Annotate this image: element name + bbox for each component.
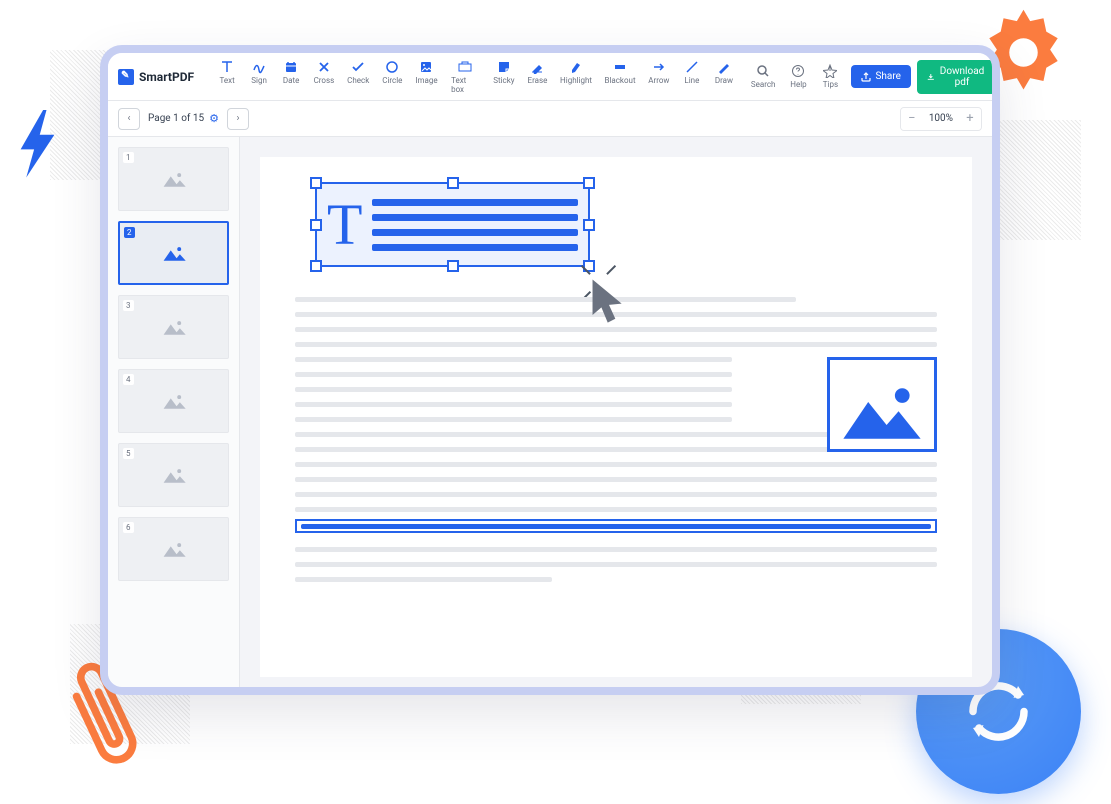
share-icon <box>861 72 871 82</box>
body-text <box>295 547 937 582</box>
image-icon <box>419 60 433 74</box>
sticky-icon <box>497 60 511 74</box>
selected-line[interactable] <box>295 519 937 533</box>
resize-handle[interactable] <box>310 260 322 272</box>
sign-icon <box>252 60 266 74</box>
tool-text[interactable]: Text <box>212 56 242 98</box>
toolbar: SmartPDF Text Sign Date Cross Check Circ… <box>108 53 992 101</box>
tool-arrow[interactable]: Arrow <box>643 56 675 98</box>
page-thumbnails: 1 2 3 4 5 6 <box>108 137 240 687</box>
tool-blackout[interactable]: Blackout <box>599 56 641 98</box>
tool-line[interactable]: Line <box>677 56 707 98</box>
date-icon <box>284 60 298 74</box>
thumbnail-1[interactable]: 1 <box>118 147 229 211</box>
cursor-icon <box>590 277 628 322</box>
thumb-image-icon <box>161 465 187 485</box>
app-name: SmartPDF <box>139 70 194 84</box>
app-window: SmartPDF Text Sign Date Cross Check Circ… <box>100 45 1000 695</box>
thumbnail-5[interactable]: 5 <box>118 443 229 507</box>
logo: SmartPDF <box>118 69 194 85</box>
textbox-icon <box>458 60 472 74</box>
thumbnail-4[interactable]: 4 <box>118 369 229 433</box>
arrow-icon <box>652 60 666 74</box>
blackout-icon <box>613 60 627 74</box>
tool-image[interactable]: Image <box>410 56 443 98</box>
util-tips[interactable]: Tips <box>815 60 845 93</box>
logo-icon <box>118 69 134 85</box>
tool-sticky[interactable]: Sticky <box>488 56 520 98</box>
bolt-decoration <box>15 110 60 170</box>
line-icon <box>685 60 699 74</box>
selected-textbox[interactable]: T <box>315 182 590 267</box>
tool-textbox[interactable]: Text box <box>445 56 486 98</box>
cross-icon <box>317 60 331 74</box>
tool-highlight[interactable]: Highlight <box>555 56 597 98</box>
tool-circle[interactable]: Circle <box>377 56 408 98</box>
thumb-image-icon <box>161 539 187 559</box>
next-page-button[interactable]: › <box>227 108 249 130</box>
share-button[interactable]: Share <box>851 65 910 88</box>
thumbnail-3[interactable]: 3 <box>118 295 229 359</box>
tool-date[interactable]: Date <box>276 56 306 98</box>
tool-draw[interactable]: Draw <box>709 56 739 98</box>
page-settings-icon[interactable]: ⚙ <box>209 112 219 125</box>
util-help[interactable]: Help <box>783 60 813 93</box>
erase-icon <box>530 60 544 74</box>
thumbnail-6[interactable]: 6 <box>118 517 229 581</box>
thumbnail-2[interactable]: 2 <box>118 221 229 285</box>
zoom-control: − 100% + <box>900 107 982 131</box>
resize-handle[interactable] <box>583 177 595 189</box>
util-search[interactable]: Search <box>745 60 782 93</box>
sub-toolbar: ‹ Page 1 of 15 ⚙ › − 100% + <box>108 101 992 137</box>
resize-handle[interactable] <box>310 177 322 189</box>
resize-handle[interactable] <box>583 219 595 231</box>
zoom-value: 100% <box>923 113 959 124</box>
tool-check[interactable]: Check <box>342 56 375 98</box>
thumb-image-icon <box>161 243 187 263</box>
zoom-out-button[interactable]: − <box>901 108 923 130</box>
download-button[interactable]: Download pdf <box>917 60 996 94</box>
tool-cross[interactable]: Cross <box>308 56 340 98</box>
text-glyph: T <box>327 196 362 254</box>
zoom-in-button[interactable]: + <box>959 108 981 130</box>
text-icon <box>220 60 234 74</box>
image-placeholder[interactable] <box>827 357 937 452</box>
check-icon <box>351 60 365 74</box>
tool-erase[interactable]: Erase <box>522 56 553 98</box>
highlight-icon <box>569 60 583 74</box>
download-icon <box>927 72 935 82</box>
canvas[interactable]: T <box>240 137 992 687</box>
page-document[interactable]: T <box>260 157 972 677</box>
circle-icon <box>385 60 399 74</box>
resize-handle[interactable] <box>447 177 459 189</box>
tool-sign[interactable]: Sign <box>244 56 274 98</box>
draw-icon <box>717 60 731 74</box>
tips-icon <box>823 64 837 78</box>
resize-handle[interactable] <box>310 219 322 231</box>
thumb-image-icon <box>161 317 187 337</box>
prev-page-button[interactable]: ‹ <box>118 108 140 130</box>
help-icon <box>791 64 805 78</box>
thumb-image-icon <box>161 391 187 411</box>
thumb-image-icon <box>161 169 187 189</box>
resize-handle[interactable] <box>447 260 459 272</box>
search-icon <box>756 64 770 78</box>
page-indicator: Page 1 of 15 ⚙ <box>148 112 219 125</box>
